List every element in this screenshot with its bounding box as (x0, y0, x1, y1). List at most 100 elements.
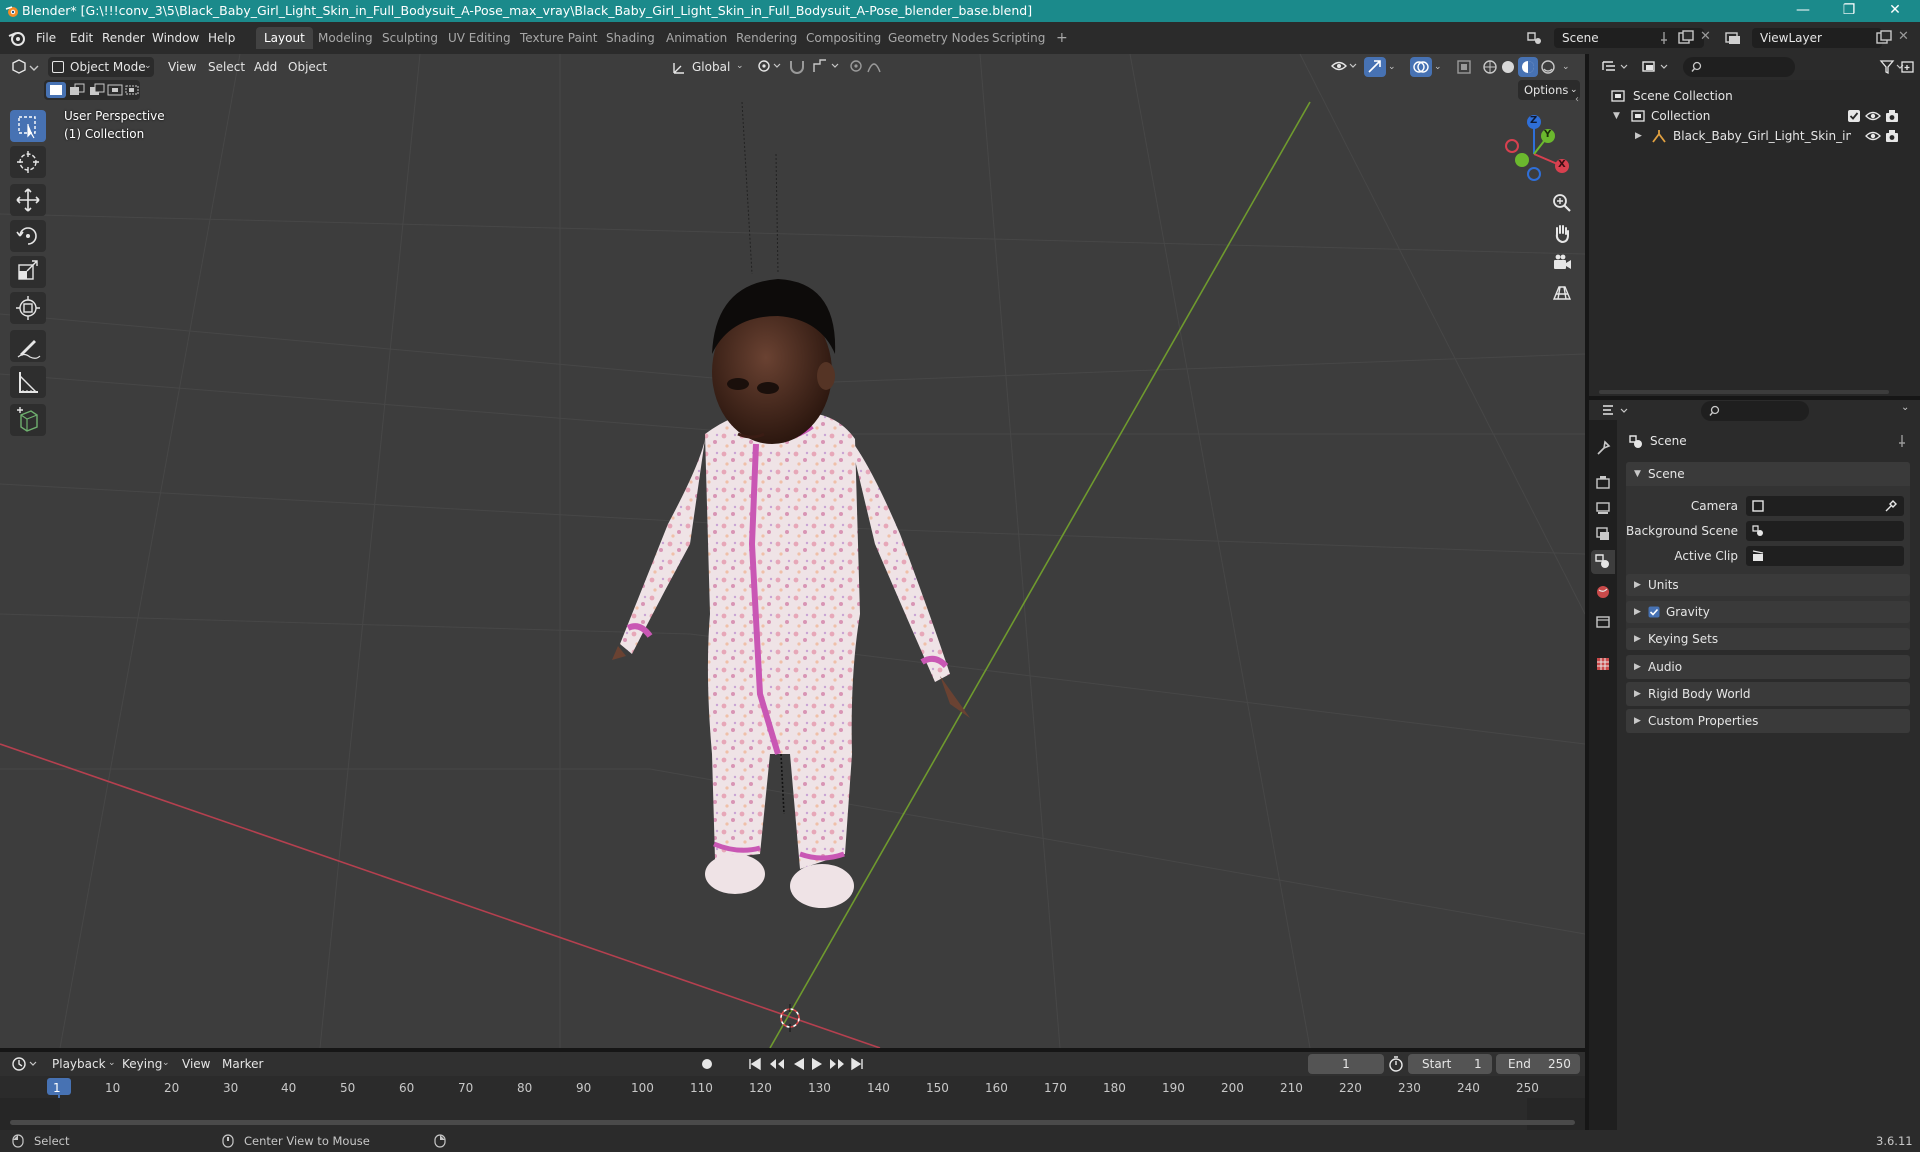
select-new-icon[interactable] (46, 82, 66, 98)
eyedropper-icon[interactable] (1884, 499, 1898, 513)
pin-icon[interactable] (1658, 31, 1670, 45)
expand-arrow-icon[interactable]: ▶ (1635, 126, 1642, 146)
solid-shading-icon[interactable] (1500, 59, 1516, 75)
tab-geometry-nodes[interactable]: Geometry Nodes (880, 27, 997, 49)
scene-tab-icon[interactable] (1591, 550, 1615, 574)
transform-tool[interactable] (10, 292, 46, 324)
add-workspace-button[interactable]: + (1048, 27, 1076, 49)
menu-keying[interactable]: Keying (122, 1053, 162, 1075)
audio-panel[interactable]: ▶ Audio (1626, 655, 1910, 679)
rigid-body-world-panel[interactable]: ▶ Rigid Body World (1626, 682, 1910, 706)
remove-scene-icon[interactable]: ✕ (1700, 29, 1711, 44)
end-frame-field[interactable]: End 250 (1496, 1054, 1580, 1074)
render-tab-icon[interactable] (1595, 474, 1611, 490)
visibility-icon[interactable] (1330, 58, 1358, 74)
menu-object[interactable]: Object (288, 56, 327, 78)
pivot-point-icon[interactable] (756, 58, 782, 74)
chevron-down-icon[interactable]: ⌄ (1901, 402, 1909, 413)
mode-dropdown[interactable]: Object Mode ⌄ (48, 57, 154, 77)
tab-compositing[interactable]: Compositing (798, 27, 889, 49)
menu-view[interactable]: View (168, 56, 196, 78)
menu-render[interactable]: Render (96, 27, 151, 49)
rendered-shading-icon[interactable] (1540, 59, 1556, 75)
properties-editor-icon[interactable] (1601, 403, 1631, 419)
eye-icon[interactable] (1865, 129, 1881, 143)
new-viewlayer-icon[interactable] (1876, 30, 1892, 44)
select-invert-icon[interactable] (106, 82, 124, 98)
options-button[interactable]: Options ⌄ (1518, 80, 1580, 100)
material-shading-icon[interactable] (1518, 57, 1538, 77)
chevron-down-icon[interactable]: ⌄ (1562, 62, 1570, 72)
current-frame-field[interactable]: 1 (1308, 1054, 1384, 1074)
texture-tab-icon[interactable] (1595, 656, 1611, 672)
timeline-editor-icon[interactable] (10, 1055, 40, 1073)
background-scene-field[interactable] (1746, 521, 1904, 541)
add-cube-tool[interactable] (10, 404, 46, 436)
maximize-button[interactable]: ❐ (1826, 0, 1872, 22)
select-intersect-icon[interactable] (124, 82, 140, 98)
menu-file[interactable]: File (30, 27, 62, 49)
sidebar-toggle-icon[interactable]: ‹ (1575, 94, 1579, 105)
menu-add[interactable]: Add (254, 56, 277, 78)
play-icon[interactable] (810, 1057, 824, 1071)
chevron-down-icon[interactable]: ⌄ (1388, 62, 1396, 72)
eye-icon[interactable] (1865, 109, 1881, 123)
snap-icon[interactable] (788, 58, 806, 74)
select-subtract-icon[interactable] (88, 82, 106, 98)
navigation-gizmo[interactable]: Z X Y (1496, 112, 1576, 192)
menu-help[interactable]: Help (202, 27, 241, 49)
ortho-toggle-icon[interactable] (1551, 282, 1573, 304)
world-tab-icon[interactable] (1595, 584, 1611, 600)
tab-shading[interactable]: Shading (598, 27, 663, 49)
stopwatch-icon[interactable] (1388, 1056, 1404, 1072)
display-mode-icon[interactable] (1641, 59, 1671, 75)
measure-tool[interactable] (10, 366, 46, 398)
outliner-search-input[interactable] (1683, 57, 1795, 77)
custom-properties-panel[interactable]: ▶ Custom Properties (1626, 709, 1910, 733)
tab-texture-paint[interactable]: Texture Paint (512, 27, 605, 49)
tab-animation[interactable]: Animation (658, 27, 735, 49)
tab-sculpting[interactable]: Sculpting (374, 27, 446, 49)
pan-hand-icon[interactable] (1551, 222, 1573, 244)
wireframe-shading-icon[interactable] (1482, 59, 1498, 75)
units-panel[interactable]: ▶ Units (1626, 574, 1910, 596)
overlays-toggle-icon[interactable] (1410, 57, 1432, 77)
outliner-row-scene-collection[interactable]: Scene Collection (1611, 86, 1911, 106)
tab-scripting[interactable]: Scripting (984, 27, 1053, 49)
move-tool[interactable] (10, 184, 46, 216)
jump-keyframe-forward-icon[interactable] (828, 1057, 846, 1071)
jump-start-icon[interactable] (748, 1057, 762, 1071)
close-button[interactable]: ✕ (1872, 0, 1918, 22)
scale-tool[interactable] (10, 256, 46, 288)
outliner-editor-icon[interactable] (1601, 59, 1631, 75)
annotate-tool[interactable] (10, 330, 46, 362)
scene-panel-header[interactable]: ▼ Scene (1626, 462, 1910, 486)
output-tab-icon[interactable] (1595, 500, 1611, 516)
chevron-down-icon[interactable]: ⌄ (1434, 62, 1442, 72)
camera-render-icon[interactable] (1885, 109, 1899, 123)
collection-tab-icon[interactable] (1595, 614, 1611, 630)
pin-icon[interactable] (1896, 434, 1908, 448)
play-reverse-icon[interactable] (792, 1057, 806, 1071)
tool-tab-icon[interactable] (1595, 440, 1611, 456)
new-scene-icon[interactable] (1678, 30, 1694, 44)
tab-layout[interactable]: Layout (256, 27, 313, 49)
tab-uv-editing[interactable]: UV Editing (440, 27, 519, 49)
gravity-checkbox[interactable] (1648, 606, 1660, 618)
jump-end-icon[interactable] (850, 1057, 864, 1071)
active-clip-field[interactable] (1746, 546, 1904, 566)
expand-arrow-icon[interactable]: ▼ (1613, 106, 1620, 126)
select-extend-icon[interactable] (68, 82, 86, 98)
menu-timeline-view[interactable]: View (182, 1053, 210, 1075)
outliner-row-object[interactable]: ▶ Black_Baby_Girl_Light_Skin_in_Full_ (1635, 126, 1915, 146)
remove-viewlayer-icon[interactable]: ✕ (1898, 29, 1909, 44)
gravity-panel[interactable]: ▶ Gravity (1626, 601, 1910, 623)
menu-select[interactable]: Select (208, 56, 245, 78)
camera-field[interactable] (1746, 496, 1904, 516)
view-layer-tab-icon[interactable] (1595, 526, 1611, 542)
gizmo-toggle-icon[interactable] (1364, 57, 1386, 77)
jump-keyframe-back-icon[interactable] (768, 1057, 786, 1071)
timeline-scrollbar[interactable] (10, 1120, 1575, 1125)
start-frame-field[interactable]: Start 1 (1408, 1054, 1492, 1074)
snap-target-icon[interactable] (812, 58, 842, 74)
